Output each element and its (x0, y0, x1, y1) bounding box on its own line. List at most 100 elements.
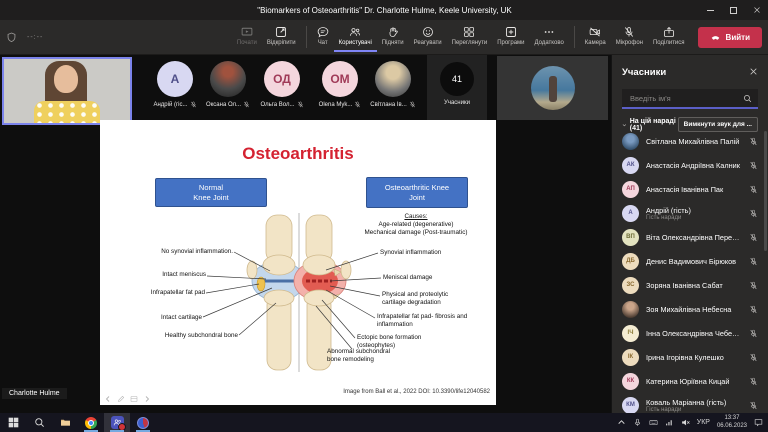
teams-button[interactable] (104, 413, 130, 432)
action-center-icon[interactable] (754, 418, 763, 427)
avatar (622, 301, 639, 318)
mic-off-icon[interactable] (749, 137, 758, 146)
windows-taskbar: УКР 13:37 06.06.2023 (0, 413, 768, 432)
diagram-label: Synovial inflammation (380, 249, 441, 257)
participant-row[interactable]: А Андрій (гість) Гість наради (612, 201, 768, 225)
mic-off-icon[interactable] (749, 161, 758, 170)
participant-row[interactable]: ІЧ Інна Олександрівна Чеберніна (612, 321, 768, 345)
window-controls (699, 0, 768, 20)
participant-tile[interactable]: ОМ Olena Myk... (313, 55, 367, 121)
button-label: Додатково (535, 40, 564, 46)
start-button[interactable] (0, 413, 26, 432)
app-button[interactable] (130, 413, 156, 432)
mic-off-icon[interactable] (749, 377, 758, 386)
next-slide-button[interactable] (143, 395, 151, 403)
search-box[interactable] (622, 89, 758, 109)
react-button[interactable]: Реагувати (409, 22, 447, 52)
participant-row[interactable]: ІК Ірина Ігорівна Кулешко (612, 345, 768, 369)
participant-row[interactable]: Зоя Михайлівна Небесна (612, 297, 768, 321)
participant-name: Коваль Маріанна (гість) (646, 398, 742, 407)
diagram-label: Physical and proteolytic cartilage degra… (382, 291, 448, 307)
mic-off-icon[interactable] (749, 185, 758, 194)
camera-button[interactable]: Камера (580, 22, 611, 52)
language-indicator[interactable]: УКР (697, 419, 710, 426)
participant-row[interactable]: Світлана Михайлівна Палій (612, 129, 768, 153)
ellipsis-icon (543, 26, 555, 38)
avatar: А (157, 61, 193, 97)
unpin-button[interactable]: Відкріпити (262, 22, 301, 52)
meeting-content: А Андрій (гіс... Оксана Ол... ОД Ольга В… (0, 55, 768, 413)
participant-row[interactable]: КК Катерина Юріївна Кицай (612, 369, 768, 393)
participant-name: Зоя Михайлівна Небесна (646, 305, 742, 314)
panel-title: Учасники (622, 67, 666, 78)
pen-tool-button[interactable] (117, 395, 125, 403)
chrome-button[interactable] (78, 413, 104, 432)
participants-overflow-tile[interactable]: 41 Учасники (427, 55, 487, 121)
participant-row[interactable]: ВП Віта Олександрівна Перестюк (612, 225, 768, 249)
avatar (375, 61, 411, 97)
participant-row[interactable]: КМ Коваль Маріанна (гість) Гість наради (612, 393, 768, 413)
mic-off-icon[interactable] (749, 209, 758, 218)
chat-button[interactable]: Чат (312, 22, 334, 52)
slide-controls (104, 395, 151, 403)
causes-line: Mechanical damage (Post-traumatic) (330, 229, 502, 237)
participant-video-tile[interactable] (497, 56, 608, 120)
clock[interactable]: 13:37 06.06.2023 (717, 415, 747, 429)
participant-row[interactable]: ДБ Денис Вадимович Бірюков (612, 249, 768, 273)
file-explorer-button[interactable] (52, 413, 78, 432)
microphone-button[interactable]: Мікрофон (611, 22, 648, 52)
scrollbar[interactable] (764, 131, 767, 251)
close-panel-button[interactable] (749, 63, 758, 81)
participant-row[interactable]: ЗС Зоряна Іванівна Сабат (612, 273, 768, 297)
system-tray: УКР 13:37 06.06.2023 (617, 415, 768, 429)
mic-off-icon[interactable] (749, 401, 758, 410)
taskbar-search-button[interactable] (26, 413, 52, 432)
presenter-name-badge: Charlotte Hulme (2, 388, 67, 399)
mic-off-icon[interactable] (749, 329, 758, 338)
volume-muted-icon[interactable] (681, 418, 690, 427)
avatar: АП (622, 181, 639, 198)
participant-tile[interactable]: Оксана Ол... (201, 55, 255, 121)
causes-heading: Causes: (330, 213, 502, 221)
self-video-tile[interactable] (2, 57, 132, 125)
participant-tile[interactable]: А Андрій (гіс... (148, 55, 202, 121)
participant-row[interactable]: АК Анастасія Андріївна Калник (612, 153, 768, 177)
toolbar-divider (306, 26, 307, 48)
participant-name: Ірина Ігорівна Кулешко (646, 353, 742, 362)
start-recording-button[interactable]: Почати (232, 22, 262, 52)
meeting-timer: --:-- (27, 34, 43, 41)
network-icon[interactable] (665, 418, 674, 427)
participant-tile[interactable]: ОД Ольга Вол... (255, 55, 309, 121)
mic-off-icon[interactable] (749, 353, 758, 362)
participant-list: Світлана Михайлівна Палій АК Анастасія А… (612, 129, 768, 413)
avatar: ДБ (622, 253, 639, 270)
chevron-up-icon[interactable] (617, 418, 626, 427)
previous-slide-button[interactable] (104, 395, 112, 403)
maximize-button[interactable] (722, 0, 745, 20)
search-input[interactable] (628, 93, 739, 104)
diagram-label: Infrapatellar fat pad- fibrosis and infl… (377, 313, 467, 329)
mic-off-icon[interactable] (749, 257, 758, 266)
participant-row[interactable]: АП Анастасія Іванівна Пак (612, 177, 768, 201)
share-button[interactable]: Поділитися (648, 22, 690, 52)
image-credit: Image from Ball et al., 2022 DOI: 10.339… (343, 389, 490, 395)
leave-button[interactable]: Вийти (698, 27, 762, 48)
participant-tile[interactable]: Світлана Ів... (366, 55, 420, 121)
mic-off-icon[interactable] (749, 305, 758, 314)
slide-panel-button[interactable] (130, 395, 138, 403)
participants-button[interactable]: Користувачі (334, 22, 377, 52)
apps-button[interactable]: Програми (492, 22, 529, 52)
view-button[interactable]: Переглянути (447, 22, 493, 52)
avatar: КМ (622, 397, 639, 414)
raise-hand-button[interactable]: Підняти (377, 22, 409, 52)
participant-name: Світлана Ів... (370, 102, 406, 108)
minimize-button[interactable] (699, 0, 722, 20)
tray-keyboard-icon[interactable] (649, 418, 658, 427)
avatar (210, 61, 246, 97)
tray-mic-icon[interactable] (633, 418, 642, 427)
app-icon (137, 417, 149, 429)
more-button[interactable]: Додатково (530, 22, 569, 52)
close-window-button[interactable] (745, 0, 768, 20)
mic-off-icon[interactable] (749, 233, 758, 242)
mic-off-icon[interactable] (749, 281, 758, 290)
